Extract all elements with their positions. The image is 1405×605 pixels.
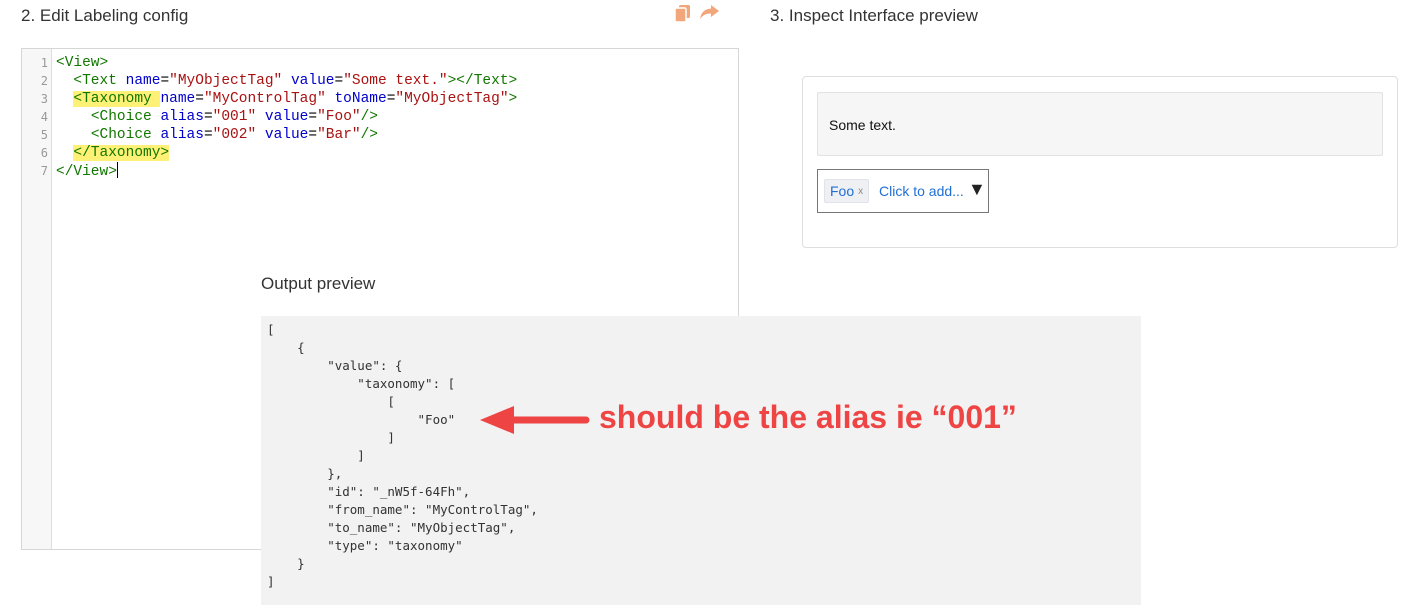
json-line: } — [267, 556, 305, 571]
xml-attr: value — [264, 109, 309, 125]
xml-attr: name — [125, 73, 161, 89]
xml-tag: > — [508, 91, 518, 107]
xml-value: "MyObjectTag" — [395, 91, 509, 107]
code-content[interactable]: <View> <Text name="MyObjectTag" value="S… — [56, 54, 517, 180]
code-line-4: <Choice alias="001" value="Foo"/> — [56, 108, 517, 126]
xml-value: "001" — [212, 109, 257, 125]
line-number: 4 — [40, 110, 48, 124]
json-line: ] — [267, 574, 275, 589]
line-number: 1 — [40, 56, 48, 70]
json-line: "to_name": "MyObjectTag", — [267, 520, 516, 535]
line-number: 7 — [40, 164, 48, 178]
interface-preview-panel: Some text. Foo x Click to add... ▼ — [802, 76, 1398, 248]
xml-tag: /> — [360, 127, 379, 143]
object-text: Some text. — [829, 117, 896, 133]
interface-section-title: 3. Inspect Interface preview — [770, 6, 978, 25]
output-json-preview: [ { "value": { "taxonomy": [ [ "Foo" ] ]… — [261, 316, 1141, 605]
xml-tag: <Text — [73, 73, 117, 89]
xml-tag: /> — [360, 109, 379, 125]
line-number: 5 — [40, 128, 48, 142]
chip-remove-button[interactable]: x — [858, 186, 863, 197]
xml-attr: name — [160, 91, 196, 107]
xml-attr: value — [264, 127, 309, 143]
code-line-2: <Text name="MyObjectTag" value="Some tex… — [56, 72, 517, 90]
line-number: 2 — [40, 74, 48, 88]
xml-tag-highlighted: <Taxonomy — [73, 91, 152, 107]
code-line-6: </Taxonomy> — [56, 144, 517, 162]
xml-attr: toName — [334, 91, 387, 107]
xml-eq: = — [195, 91, 204, 107]
copy-icon[interactable] — [674, 5, 691, 26]
editor-section-title: 2. Edit Labeling config — [21, 6, 189, 25]
output-section-title: Output preview — [261, 274, 376, 293]
dropdown-arrow-icon[interactable]: ▼ — [968, 179, 986, 200]
text-object-panel: Some text. — [817, 92, 1383, 156]
line-number: 3 — [40, 92, 48, 106]
xml-value: "Bar" — [317, 127, 361, 143]
xml-value: "002" — [212, 127, 257, 143]
xml-value: "Foo" — [317, 109, 361, 125]
xml-attr: value — [290, 73, 335, 89]
share-icon[interactable] — [700, 5, 719, 24]
xml-eq: = — [203, 127, 213, 143]
json-line: ] — [267, 448, 365, 463]
json-line: }, — [267, 466, 343, 481]
code-line-1: <View> — [56, 54, 517, 72]
json-line: { — [267, 340, 305, 355]
xml-attr: alias — [160, 109, 204, 125]
json-line: "value": { — [267, 358, 403, 373]
xml-attr: alias — [160, 127, 204, 143]
xml-eq: = — [203, 109, 213, 125]
json-line: "id": "_nW5f-64Fh", — [267, 484, 471, 499]
json-line: ] — [267, 430, 395, 445]
json-line: "type": "taxonomy" — [267, 538, 463, 553]
code-line-7: </View> — [56, 162, 517, 180]
xml-tag: <Choice — [90, 127, 152, 143]
xml-eq: = — [334, 73, 344, 89]
xml-tag: </View> — [56, 164, 117, 180]
selected-taxonomy-chip[interactable]: Foo x — [824, 179, 870, 203]
line-number: 6 — [40, 146, 48, 160]
xml-tag-highlighted: </Taxonomy> — [73, 145, 170, 161]
xml-eq: = — [160, 73, 170, 89]
text-cursor — [116, 162, 118, 178]
click-to-add-link[interactable]: Click to add... — [879, 183, 964, 199]
xml-value: "Some text." — [343, 73, 448, 89]
code-line-5: <Choice alias="002" value="Bar"/> — [56, 126, 517, 144]
annotation-arrow-icon — [480, 406, 590, 434]
xml-eq: = — [308, 127, 318, 143]
code-line-3: <Taxonomy name="MyControlTag" toName="My… — [56, 90, 517, 108]
chip-label: Foo — [830, 183, 855, 199]
xml-value: "MyObjectTag" — [169, 73, 283, 89]
json-line: "Foo" — [267, 412, 456, 427]
taxonomy-select[interactable]: Foo x Click to add... ▼ — [817, 169, 989, 213]
xml-tag: <View> — [56, 55, 109, 71]
xml-eq: = — [308, 109, 318, 125]
json-line: "from_name": "MyControlTag", — [267, 502, 538, 517]
xml-value: "MyControlTag" — [203, 91, 326, 107]
json-line: [ — [267, 394, 395, 409]
editor-gutter: 1 2 3 4 5 6 7 — [22, 49, 52, 549]
json-line: [ — [267, 322, 275, 337]
xml-tag: <Choice — [90, 109, 152, 125]
annotation-text: should be the alias ie “001” — [599, 399, 1017, 435]
json-line: "taxonomy": [ — [267, 376, 456, 391]
xml-tag: ></Text> — [447, 73, 518, 89]
